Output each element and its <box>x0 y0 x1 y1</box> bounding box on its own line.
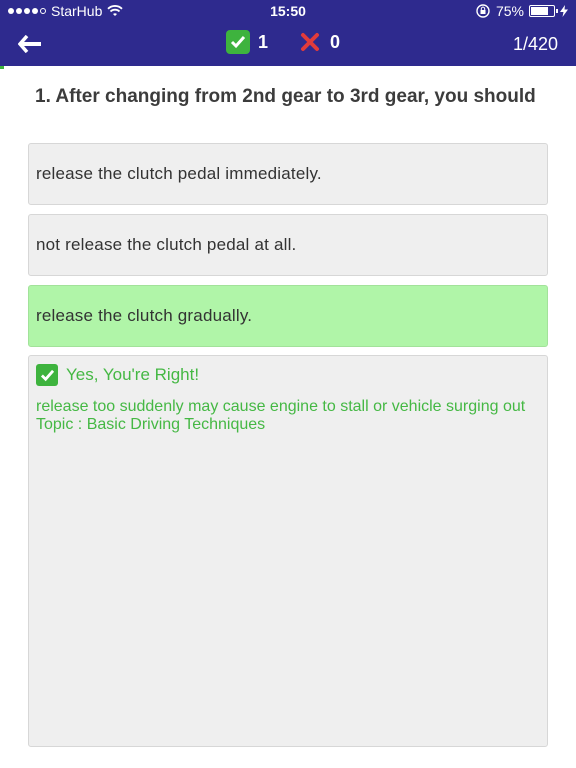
answer-option-label: release the clutch pedal immediately. <box>36 164 322 183</box>
battery-icon <box>529 5 558 17</box>
back-button[interactable] <box>14 28 46 60</box>
feedback-explanation: release too suddenly may cause engine to… <box>36 398 526 415</box>
feedback-result: Yes, You're Right! <box>66 365 200 384</box>
question-text: 1. After changing from 2nd gear to 3rd g… <box>35 86 536 107</box>
back-arrow-icon <box>18 35 41 53</box>
feedback-header: Yes, You're Right! <box>36 364 540 386</box>
feedback-topic: Topic : Basic Driving Techniques <box>36 416 266 433</box>
correct-count: 1 <box>258 31 269 52</box>
charging-bolt-icon <box>560 5 568 17</box>
progress-indicator <box>0 66 4 69</box>
correct-check-icon <box>36 364 58 386</box>
wrong-count: 0 <box>330 31 341 52</box>
question-progress: 1/420 <box>512 34 558 54</box>
carrier-name: StarHub <box>51 3 103 19</box>
wrong-cross-icon <box>298 30 322 54</box>
answer-option-2[interactable]: not release the clutch pedal at all. <box>28 214 548 276</box>
correct-check-icon <box>226 30 250 54</box>
nav-bar: 1 0 1/420 <box>0 22 576 66</box>
signal-strength-icon <box>8 8 46 14</box>
wifi-icon <box>107 5 123 16</box>
status-bar: StarHub 15:50 75% <box>0 0 576 22</box>
battery-fill <box>531 7 548 15</box>
answer-option-3-correct[interactable]: release the clutch gradually. <box>28 285 548 347</box>
rotation-lock-icon <box>476 4 490 18</box>
answer-option-1[interactable]: release the clutch pedal immediately. <box>28 143 548 205</box>
feedback-body: release too suddenly may cause engine to… <box>36 398 540 434</box>
answer-option-label: release the clutch gradually. <box>36 306 253 325</box>
battery-percent: 75% <box>495 3 524 19</box>
feedback-panel: Yes, You're Right! release too suddenly … <box>28 355 548 747</box>
answer-option-label: not release the clutch pedal at all. <box>36 235 297 254</box>
score-summary: 1 0 <box>226 30 340 54</box>
status-right: 75% <box>475 3 568 19</box>
status-left: StarHub <box>8 3 123 19</box>
